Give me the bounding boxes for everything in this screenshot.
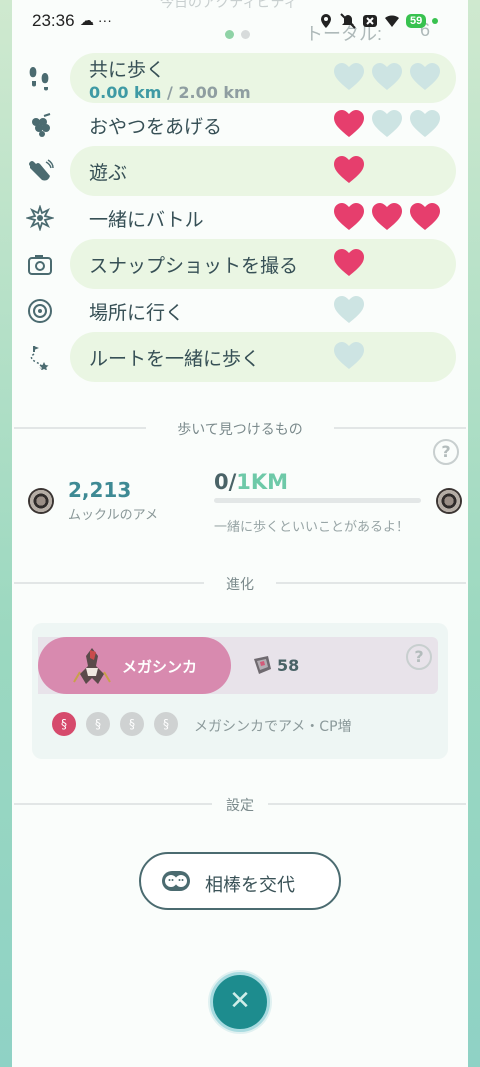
activity-label: スナップショットを撮る <box>89 255 299 277</box>
activity-label: ルートを一緒に歩く <box>89 348 261 370</box>
hand-wave-icon <box>29 159 54 181</box>
candy-count: 2,213 <box>68 478 132 502</box>
battery-icon: 59 <box>406 14 427 28</box>
swap-buddy-button[interactable]: 相棒を交代 <box>139 852 341 910</box>
heart-empty-icon <box>334 295 364 323</box>
heart-filled-icon <box>334 202 364 230</box>
status-bar: 今日のアクティビティ 23:36 ☁ ··· トータル: 6 59 <box>0 0 480 44</box>
charging-dot-icon <box>432 18 439 24</box>
settings-section-title: 設定 <box>226 798 254 814</box>
activity-label: 場所に行く <box>89 301 185 324</box>
close-icon: ✕ <box>229 986 251 1016</box>
page-indicator <box>225 26 257 44</box>
heart-empty-icon <box>334 342 364 369</box>
candy-icon <box>28 488 54 514</box>
evolution-help-icon[interactable]: ? <box>406 644 432 670</box>
battle-burst-icon <box>26 204 54 231</box>
heart-filled-icon <box>334 156 364 183</box>
pokemon-sprite-icon <box>73 648 111 684</box>
heart-empty-icon <box>334 63 364 90</box>
heart-filled-icon <box>372 202 402 230</box>
heart-empty-icon <box>372 63 402 90</box>
activity-hearts <box>333 341 365 371</box>
activity-title-partial: 今日のアクティビティ <box>160 0 298 10</box>
mega-level-dot-icon: § <box>52 712 76 736</box>
status-time: 23:36 <box>32 11 75 30</box>
heart-empty-icon <box>372 109 402 137</box>
heart-filled-icon <box>334 249 364 276</box>
mega-level-dot-icon: § <box>86 712 110 736</box>
notification-x-icon <box>363 15 377 27</box>
heart-empty-icon <box>410 63 440 90</box>
heart-filled-icon <box>334 109 364 137</box>
page-dot <box>241 30 250 39</box>
route-icon <box>30 346 49 370</box>
mega-level-indicator: § § § § <box>52 712 178 736</box>
activity-hearts <box>333 248 365 278</box>
activity-label: 共に歩く <box>89 59 166 81</box>
activity-row[interactable]: スナップショットを撮る <box>0 239 480 289</box>
activity-label: 一緒にバトル <box>89 208 204 231</box>
activity-row[interactable]: 一緒にバトル <box>0 193 480 243</box>
heart-filled-icon <box>410 202 440 230</box>
mega-level-dot-icon: § <box>120 712 144 736</box>
pokestop-icon <box>28 298 52 323</box>
activity-hearts <box>333 155 365 185</box>
mega-level-dot-icon: § <box>154 712 178 736</box>
activity-pill <box>70 146 456 196</box>
mega-energy-icon <box>254 656 271 674</box>
berry-icon <box>32 112 51 137</box>
walk-help-icon[interactable]: ? <box>433 439 459 465</box>
km-progress-bar <box>214 498 421 503</box>
camera-icon <box>28 255 52 275</box>
activity-row[interactable]: ルートを一緒に歩く <box>0 332 480 382</box>
evolution-section-title: 進化 <box>226 577 254 593</box>
walk-note: 一緒に歩くといいことがあるよ！ <box>214 520 410 535</box>
activity-row[interactable]: 場所に行く <box>0 286 480 336</box>
status-icons: 59 <box>318 10 439 32</box>
cloud-icon: ☁ ··· <box>80 12 112 28</box>
mute-icon <box>340 13 356 29</box>
km-target: 1KM <box>236 470 289 494</box>
activity-hearts <box>333 109 441 139</box>
activity-label: 遊ぶ <box>89 162 128 184</box>
km-current: 0 <box>214 470 229 494</box>
activity-hearts <box>333 202 441 232</box>
mega-evolve-button[interactable]: メガシンカ <box>38 637 231 694</box>
mega-note: メガシンカでアメ・CP増 <box>194 719 352 735</box>
activity-row[interactable]: 共に歩く 0.00 km / 2.00 km <box>0 53 480 103</box>
candy-name: ムックルのアメ <box>68 508 158 523</box>
page-dot-active <box>225 30 234 39</box>
activity-row[interactable]: 遊ぶ <box>0 146 480 196</box>
close-button[interactable]: ✕ <box>210 972 270 1032</box>
footprints-icon <box>29 67 49 91</box>
heart-empty-icon <box>410 109 440 137</box>
candy-km-progress: 0/1KM <box>214 470 288 494</box>
activity-hearts <box>333 295 365 325</box>
activity-row[interactable]: おやつをあげる <box>0 100 480 150</box>
candy-icon-right <box>436 488 462 514</box>
mega-evolve-label: メガシンカ <box>122 658 198 676</box>
swap-buddy-label: 相棒を交代 <box>205 875 295 896</box>
activity-hearts <box>333 62 441 92</box>
wifi-icon <box>385 15 399 27</box>
location-pin-icon <box>321 14 331 28</box>
walk-section-title: 歩いて見つけるもの <box>177 422 303 438</box>
mega-energy-count: 58 <box>277 656 300 675</box>
activity-label: おやつをあげる <box>89 115 223 138</box>
swap-buddy-icon <box>162 871 190 891</box>
